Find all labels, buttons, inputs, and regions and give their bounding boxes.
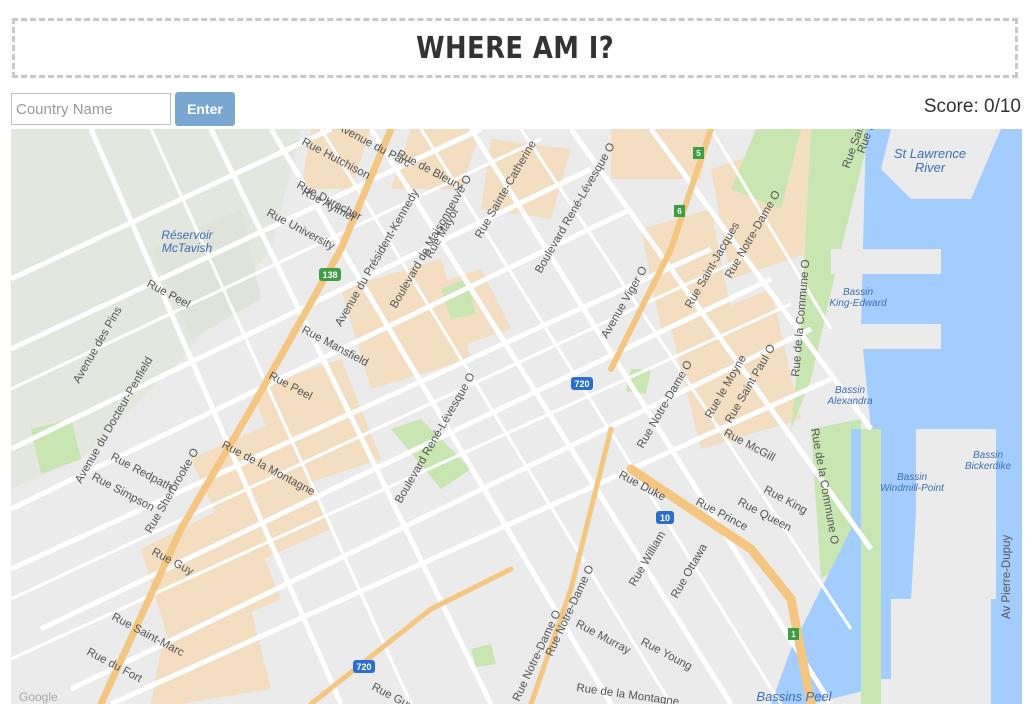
enter-button[interactable]: Enter <box>175 92 235 126</box>
page-title: WHERE AM I? <box>415 30 615 66</box>
water-label: Bassin <box>843 287 873 298</box>
water-label: St Lawrence <box>894 146 966 161</box>
route-shield-720: 720 <box>574 379 589 389</box>
water-label: Bassin <box>835 385 865 396</box>
route-shield-10: 10 <box>660 513 670 523</box>
exit-marker-6: 6 <box>677 207 682 216</box>
water-label: King-Edward <box>829 298 887 309</box>
water-label: Bassins Peel <box>756 689 832 704</box>
route-shield-138: 138 <box>322 270 337 280</box>
score-display: Score: 0/10 <box>924 96 1021 118</box>
water-label: Windmill-Point <box>880 483 945 494</box>
street-map[interactable]: 138 720 10 720 5 6 1 St Lawrence River B… <box>11 129 1022 704</box>
street-label: Av Pierre-Dupuy <box>1001 535 1013 619</box>
water-label: Bickerdike <box>965 461 1012 472</box>
score-value: 0/10 <box>984 96 1021 117</box>
water-label: Alexandra <box>826 396 872 407</box>
map-attribution: Google <box>19 690 58 704</box>
score-label: Score: <box>923 96 985 117</box>
water-label: Réservoir <box>161 228 213 242</box>
exit-marker-1: 1 <box>791 630 796 639</box>
country-name-input[interactable] <box>11 93 171 125</box>
route-shield-720b: 720 <box>356 662 371 672</box>
water-label: McTavish <box>162 241 213 255</box>
water-label: River <box>915 160 946 175</box>
water-label: Bassin <box>973 450 1003 461</box>
exit-marker-5: 5 <box>696 149 701 158</box>
water-label: Bassin <box>897 472 927 483</box>
map-canvas[interactable]: 138 720 10 720 5 6 1 St Lawrence River B… <box>11 129 1022 704</box>
title-banner: WHERE AM I? <box>12 18 1018 78</box>
